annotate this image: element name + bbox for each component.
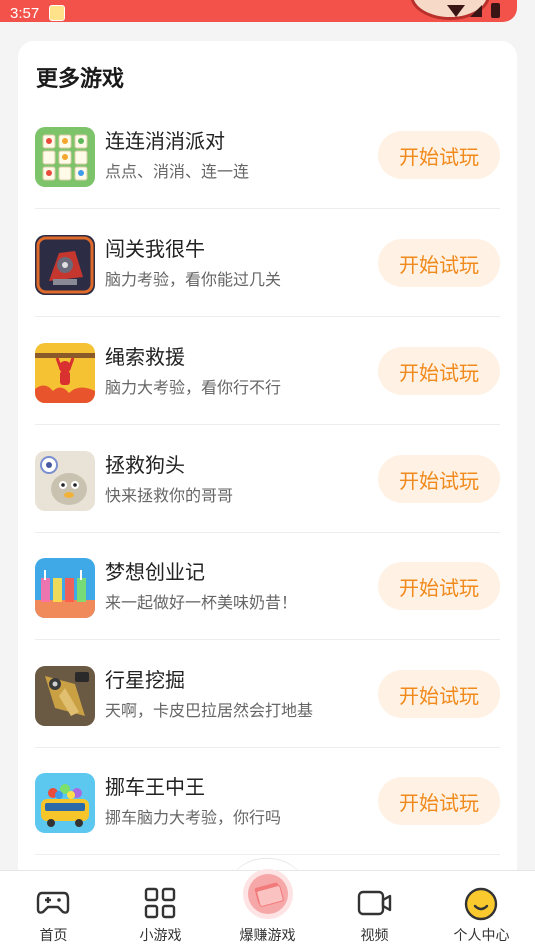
battery-icon — [491, 3, 500, 18]
start-trial-button[interactable]: 开始试玩 — [378, 347, 500, 395]
nav-label-earn-games: 爆赚游戏 — [239, 928, 296, 944]
nav-label-mini-games: 小游戏 — [139, 928, 182, 944]
game-name: 行星挖掘 — [105, 668, 185, 692]
game-name: 挪车王中王 — [105, 775, 205, 799]
start-trial-button[interactable]: 开始试玩 — [378, 670, 500, 718]
smiley-icon — [464, 887, 498, 921]
rope-rescue-icon[interactable] — [35, 343, 95, 403]
game-desc: 挪车脑力大考验，你行吗 — [105, 808, 282, 827]
game-desc: 来一起做好一杯美味奶昔！ — [105, 593, 298, 612]
game-name: 梦想创业记 — [105, 560, 205, 584]
game-list-item[interactable]: 绳索救援 脑力大考验，看你行不行 开始试玩 — [35, 317, 500, 425]
bottom-nav: 首页 小游戏 爆赚游戏 视频 个人中心 — [0, 869, 535, 951]
game-list-item[interactable]: 拯救狗头 快来拯救你的哥哥 开始试玩 — [35, 425, 500, 533]
gamepad-icon — [36, 891, 70, 914]
video-camera-icon — [357, 890, 392, 916]
cellular-icon — [470, 5, 482, 17]
game-name: 连连消消派对 — [105, 129, 225, 153]
game-desc: 天啊，卡皮巴拉居然会打地基 — [105, 701, 314, 720]
game-list-item[interactable]: 连连消消派对 点点、消消、连一连 开始试玩 — [35, 101, 500, 209]
nav-label-video: 视频 — [360, 928, 389, 944]
drill-icon[interactable] — [35, 666, 95, 726]
game-list-item[interactable]: 挪车王中王 挪车脑力大考验，你行吗 开始试玩 — [35, 747, 500, 855]
start-trial-button[interactable]: 开始试玩 — [378, 455, 500, 503]
app-notification-icon — [49, 5, 65, 21]
nav-item-earn-games[interactable]: 爆赚游戏 — [214, 869, 321, 951]
game-name: 绳索救援 — [105, 345, 185, 369]
start-trial-button[interactable]: 开始试玩 — [378, 777, 500, 825]
more-games-card: 更多游戏 连连消消派对 点点、消消、连一连 开始试玩 闯关我很牛 脑力考验，看你… — [18, 41, 517, 901]
game-list-item[interactable]: 行星挖掘 天啊，卡皮巴拉居然会打地基 开始试玩 — [35, 640, 500, 748]
signal-icon — [447, 5, 465, 17]
money-icon — [243, 869, 293, 919]
grid-icon — [144, 887, 176, 919]
bus-icon[interactable] — [35, 773, 95, 833]
start-trial-button[interactable]: 开始试玩 — [378, 239, 500, 287]
nav-label-profile: 个人中心 — [453, 928, 510, 944]
doge-icon[interactable] — [35, 451, 95, 511]
game-desc: 脑力大考验，看你行不行 — [105, 378, 282, 397]
milkshake-icon[interactable] — [35, 558, 95, 618]
status-time: 3:57 — [10, 5, 40, 22]
section-title: 更多游戏 — [36, 67, 125, 92]
top-banner: 3:57 — [0, 0, 517, 22]
game-desc: 快来拯救你的哥哥 — [105, 486, 234, 505]
game-name: 闯关我很牛 — [105, 237, 205, 261]
robot-icon[interactable] — [35, 235, 95, 295]
game-desc: 脑力考验，看你能过几关 — [105, 270, 282, 289]
game-name: 拯救狗头 — [105, 453, 185, 477]
start-trial-button[interactable]: 开始试玩 — [378, 562, 500, 610]
nav-item-video[interactable]: 视频 — [321, 871, 428, 951]
nav-item-home[interactable]: 首页 — [0, 871, 107, 951]
game-list-item[interactable]: 闯关我很牛 脑力考验，看你能过几关 开始试玩 — [35, 209, 500, 317]
game-desc: 点点、消消、连一连 — [105, 162, 250, 181]
nav-label-home: 首页 — [39, 928, 68, 944]
nav-item-mini-games[interactable]: 小游戏 — [107, 871, 214, 951]
game-list-item[interactable]: 梦想创业记 来一起做好一杯美味奶昔！ 开始试玩 — [35, 532, 500, 640]
nav-item-profile[interactable]: 个人中心 — [428, 871, 535, 951]
start-trial-button[interactable]: 开始试玩 — [378, 131, 500, 179]
tile-match-icon[interactable] — [35, 127, 95, 187]
